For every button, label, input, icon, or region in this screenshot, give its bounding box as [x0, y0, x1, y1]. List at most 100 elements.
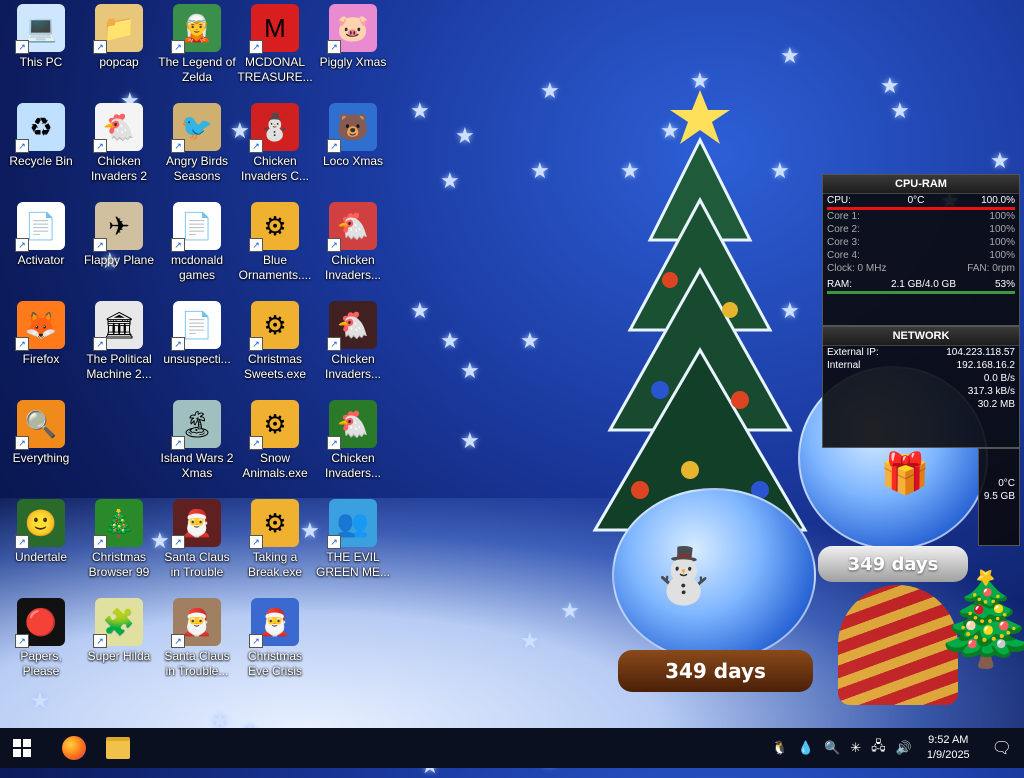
- desktop-icon-label: Chicken Invaders...: [324, 451, 382, 480]
- desktop-icon-image: ⛄ ↗: [249, 103, 299, 153]
- shortcut-arrow-icon: ↗: [93, 40, 107, 54]
- desktop-icon-image: 🔍 ↗: [15, 400, 65, 450]
- external-ip-value: 104.223.118.57: [946, 347, 1015, 358]
- shortcut-arrow-icon: ↗: [15, 634, 29, 648]
- desktop-icon-image: ⚙ ↗: [249, 400, 299, 450]
- desktop-icon-image: 🎄 ↗: [93, 499, 143, 549]
- ram-value: 2.1 GB/4.0 GB: [890, 279, 957, 290]
- desktop-icon[interactable]: ⚙ ↗ Christmas Sweets.exe: [236, 301, 314, 382]
- desktop-icon-label: Santa Claus in Trouble... A...: [164, 649, 230, 678]
- desktop-icon[interactable]: 🎅↗Santa Claus in Trouble... A...: [158, 598, 236, 679]
- windows-start-icon[interactable]: [0, 728, 44, 768]
- core-1-row: Core 1: 100%: [823, 210, 1019, 223]
- desktop-icon[interactable]: 🐔 ↗ Chicken Invaders...: [314, 202, 392, 283]
- desktop-icon[interactable]: 🐻 ↗ Loco Xmas: [314, 103, 392, 169]
- desktop-icon[interactable]: 🙂 ↗ Undertale: [2, 499, 80, 565]
- desktop-icon[interactable]: 🔴 ↗ Papers, Please: [2, 598, 80, 679]
- desktop-icon-image: 🎅 ↗: [171, 598, 221, 648]
- core-4-row: Core 4: 100%: [823, 249, 1019, 262]
- volume-icon[interactable]: 🔊: [891, 740, 917, 756]
- desktop-icon-label: Blue Ornaments....: [238, 253, 312, 282]
- shortcut-arrow-icon: ↗: [15, 139, 29, 153]
- cpu-label: CPU:: [827, 195, 851, 206]
- drive-temp: 0°C: [998, 478, 1015, 489]
- system-tray: 🐧 💧 🔍 ✳ 🖧 🔊 9:52 AM 1/9/2025 🗨: [767, 728, 1024, 768]
- desktop-icon-image: ✈ ↗: [93, 202, 143, 252]
- desktop-icon[interactable]: 🐷 ↗ Piggly Xmas: [314, 4, 392, 70]
- core-2-value: 100%: [989, 224, 1015, 235]
- desktop-icon[interactable]: 🎅 ↗ Christmas Eve Crisis: [236, 598, 314, 679]
- desktop-icon-image: 📄 ↗: [171, 301, 221, 351]
- star-icon: ★: [520, 328, 540, 353]
- ram-label: RAM:: [827, 279, 852, 290]
- notifications-icon[interactable]: 🗨: [980, 738, 1024, 758]
- desktop-icon[interactable]: 🦊 ↗ Firefox: [2, 301, 80, 367]
- desktop-icon[interactable]: M ↗ MCDONAL TREASURE...: [236, 4, 314, 85]
- tray-search-icon[interactable]: 🔍: [819, 740, 845, 756]
- desktop-icon[interactable]: 🐔 ↗ Chicken Invaders...: [314, 301, 392, 382]
- shortcut-arrow-icon: ↗: [93, 238, 107, 252]
- drive-gadget[interactable]: 0°C 9.5 GB: [978, 448, 1020, 546]
- desktop-icon-label: Everything: [12, 451, 70, 465]
- desktop-icon[interactable]: 🐔 ↗ Chicken Invaders 2: [80, 103, 158, 184]
- desktop-icon-label: Snow Animals.exe: [242, 451, 308, 480]
- desktop-icon-image: 🧝 ↗: [171, 4, 221, 54]
- shortcut-arrow-icon: ↗: [171, 337, 185, 351]
- network-icon[interactable]: 🖧: [866, 737, 891, 759]
- desktop-icon-image: ⚙ ↗: [249, 202, 299, 252]
- desktop-icon-image: 🏛 ↗: [93, 301, 143, 351]
- desktop-icon[interactable]: 🎄 ↗ Christmas Browser 99: [80, 499, 158, 580]
- desktop-icon-image: 🐻 ↗: [327, 103, 377, 153]
- desktop-icon[interactable]: ⚙ ↗ Taking a Break.exe: [236, 499, 314, 580]
- network-gadget[interactable]: NETWORK External IP: 104.223.118.57 Inte…: [822, 326, 1020, 448]
- desktop-icon-image: 🎅 ↗: [171, 499, 221, 549]
- shortcut-arrow-icon: ↗: [249, 436, 263, 450]
- star-icon: ★: [440, 168, 460, 193]
- core-2-row: Core 2: 100%: [823, 223, 1019, 236]
- desktop-icon[interactable]: 🐔 ↗ Chicken Invaders...: [314, 400, 392, 481]
- desktop-icon[interactable]: 🐦 ↗ Angry Birds Seasons: [158, 103, 236, 184]
- desktop-icon-label: Recycle Bin: [9, 154, 73, 168]
- star-icon: ★: [780, 43, 800, 68]
- desktop-icon[interactable]: 👥 ↗ THE EVIL GREEN ME...: [314, 499, 392, 580]
- desktop-icon[interactable]: 🧩 ↗ Super Hilda: [80, 598, 158, 664]
- desktop-icon-label: This PC: [19, 55, 63, 69]
- desktop-icon[interactable]: 📄 ↗ unsuspecti...: [158, 301, 236, 367]
- firefox-icon[interactable]: [52, 728, 96, 768]
- desktop-icon[interactable]: 🎅 ↗ Santa Claus in Trouble: [158, 499, 236, 580]
- tray-app-icon[interactable]: 🐧: [767, 740, 793, 756]
- tray-drop-icon[interactable]: 💧: [793, 740, 819, 756]
- desktop-icon-label: Firefox: [22, 352, 60, 366]
- shortcut-arrow-icon: ↗: [327, 238, 341, 252]
- small-globe-days-label: 349 days: [665, 659, 766, 683]
- desktop-icon-label: MCDONAL TREASURE...: [237, 55, 313, 84]
- desktop-icon-label: Christmas Sweets.exe: [243, 352, 307, 381]
- desktop-icon[interactable]: 🔍 ↗ Everything: [2, 400, 80, 466]
- cpu-ram-gadget-title: CPU-RAM: [823, 175, 1019, 194]
- desktop-icon[interactable]: 🏝 ↗ Island Wars 2 Xmas: [158, 400, 236, 481]
- cpu-ram-gadget[interactable]: CPU-RAM CPU: 0°C 100.0% Core 1: 100% Cor…: [822, 174, 1020, 326]
- desktop-icon[interactable]: 🏛 ↗ The Political Machine 2...: [80, 301, 158, 382]
- desktop-icon[interactable]: 🧝 ↗ The Legend of Zelda: [158, 4, 236, 85]
- desktop-icon-image: 👥 ↗: [327, 499, 377, 549]
- desktop-icon-label: mcdonald games: [170, 253, 224, 282]
- tray-snowflake-icon[interactable]: ✳: [845, 740, 866, 756]
- desktop-icon[interactable]: ✈ ↗ Flappy Plane: [80, 202, 158, 268]
- shortcut-arrow-icon: ↗: [327, 337, 341, 351]
- desktop-icon[interactable]: 📄 ↗ Activator: [2, 202, 80, 268]
- desktop-icon-label: Undertale: [14, 550, 68, 564]
- desktop-icon[interactable]: 📄 ↗ mcdonald games: [158, 202, 236, 283]
- desktop-icon[interactable]: ⚙ ↗ Snow Animals.exe: [236, 400, 314, 481]
- taskbar-clock[interactable]: 9:52 AM 1/9/2025: [917, 733, 980, 763]
- shortcut-arrow-icon: ↗: [171, 139, 185, 153]
- shortcut-arrow-icon: ↗: [15, 238, 29, 252]
- file-explorer-icon[interactable]: [96, 728, 140, 768]
- desktop-icon[interactable]: ⚙ ↗ Blue Ornaments....: [236, 202, 314, 283]
- internal-ip-label: Internal: [827, 360, 861, 371]
- desktop-icon-image: M ↗: [249, 4, 299, 54]
- desktop-icon[interactable]: ♻ ↗ Recycle Bin: [2, 103, 80, 169]
- desktop-icon[interactable]: 📁 ↗ popcap: [80, 4, 158, 70]
- cpu-temp: 0°C: [907, 195, 925, 206]
- desktop-icon[interactable]: 💻 ↗ This PC: [2, 4, 80, 70]
- desktop-icon[interactable]: ⛄ ↗ Chicken Invaders C...: [236, 103, 314, 184]
